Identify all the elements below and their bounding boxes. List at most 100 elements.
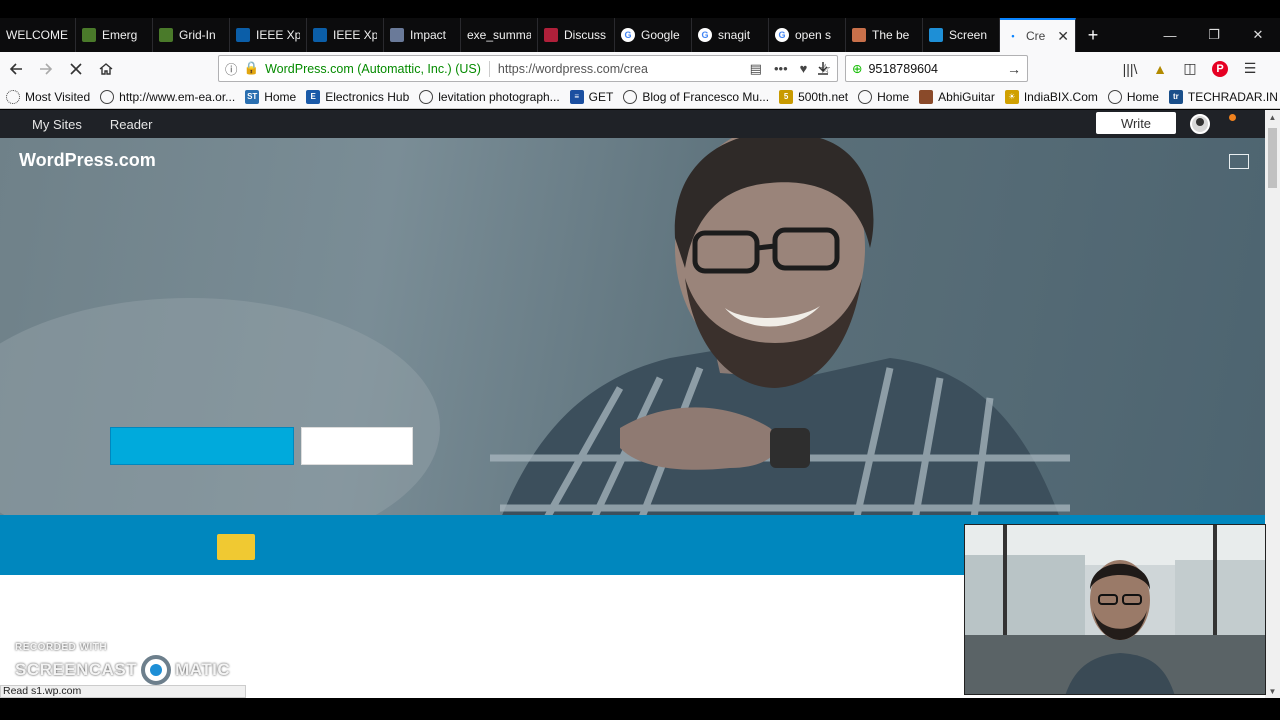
st-icon: ST — [245, 89, 260, 104]
google-icon: G — [698, 28, 712, 42]
scroll-up-icon[interactable]: ▲ — [1265, 110, 1280, 124]
lock-icon[interactable]: 🔒 — [244, 61, 260, 76]
bookmark-label: Electronics Hub — [325, 89, 410, 104]
globe-icon — [1107, 89, 1122, 104]
reader-view-icon[interactable]: ▤ — [750, 61, 762, 77]
notification-dot-icon[interactable] — [1229, 114, 1236, 121]
webcam-overlay — [964, 524, 1266, 695]
info-icon[interactable]: ⓘ — [225, 59, 238, 78]
tab-5[interactable]: Impact — [384, 18, 461, 52]
tab-9[interactable]: Gsnagit — [692, 18, 769, 52]
tab-11[interactable]: The be — [846, 18, 923, 52]
pocket-icon[interactable]: ♥ — [800, 61, 808, 76]
page-actions-icon[interactable]: ••• — [774, 61, 788, 76]
watermark-line1: RECORDED WITH — [15, 642, 108, 653]
tab-4[interactable]: IEEE Xp — [307, 18, 384, 52]
back-arrow-icon — [9, 62, 22, 75]
bookmark-label: 500th.net — [798, 89, 849, 104]
bookmark-2[interactable]: ST Home — [245, 89, 297, 104]
tab-2[interactable]: Grid-In — [153, 18, 230, 52]
forward-button[interactable] — [31, 55, 61, 83]
home-icon — [99, 62, 113, 75]
bookmark-3[interactable]: E Electronics Hub — [306, 89, 410, 104]
tab-12[interactable]: Screen — [923, 18, 1000, 52]
screencast-watermark: RECORDED WITH SCREENCAST MATIC — [15, 642, 230, 685]
tab-label: snagit — [718, 28, 751, 42]
site-identity[interactable]: WordPress.com (Automattic, Inc.) (US) — [265, 62, 481, 76]
globe-icon — [623, 89, 638, 104]
reader-link[interactable]: Reader — [98, 117, 169, 132]
secondary-cta-button[interactable] — [301, 427, 413, 465]
tab-6[interactable]: exe_summa — [461, 18, 538, 52]
bookmark-8[interactable]: Home — [858, 89, 909, 104]
download-button[interactable] — [808, 54, 838, 82]
vertical-scrollbar[interactable]: ▲ ▼ — [1265, 110, 1280, 698]
globe-icon — [100, 89, 115, 104]
address-bar[interactable]: ⓘ 🔒 WordPress.com (Automattic, Inc.) (US… — [218, 55, 838, 82]
tab-label: IEEE Xp — [333, 28, 377, 42]
bookmark-10[interactable]: ☀ IndiaBIX.Com — [1004, 89, 1098, 104]
my-sites-link[interactable]: My Sites — [0, 117, 98, 132]
extension-icon[interactable]: ▲ — [1150, 59, 1170, 79]
bookmark-label: AbhiGuitar — [938, 89, 995, 104]
gear-icon — [6, 89, 20, 104]
e-icon: E — [306, 89, 321, 104]
url-text[interactable]: https://wordpress.com/crea — [498, 62, 738, 76]
bookmark-4[interactable]: levitation photograph... — [419, 89, 560, 104]
download-icon — [818, 62, 828, 75]
bookmark-label: Home — [264, 89, 297, 104]
bookmark-0[interactable]: Most Visited — [6, 89, 91, 104]
scrollbar-thumb[interactable] — [1268, 128, 1277, 188]
bookmark-5[interactable]: ≡ GET — [569, 89, 613, 104]
search-go-icon[interactable]: → — [1007, 61, 1021, 77]
sidebar-icon[interactable]: ◫ — [1180, 59, 1200, 79]
write-button[interactable]: Write — [1096, 112, 1176, 134]
screencast-logo-icon — [141, 655, 172, 685]
bookmarks-toolbar: Most Visited http://www.em-ea.or... ST Home… — [0, 85, 1280, 109]
tab-13[interactable]: • Cre ✕ — [1000, 18, 1076, 52]
tab-7[interactable]: Discuss — [538, 18, 615, 52]
back-button[interactable] — [1, 55, 31, 83]
tab-3[interactable]: IEEE Xp — [230, 18, 307, 52]
forward-arrow-icon — [40, 62, 53, 75]
tab-10[interactable]: Gopen s — [769, 18, 846, 52]
bookmark-7[interactable]: 5 500th.net — [779, 89, 849, 104]
primary-cta-button[interactable] — [110, 427, 294, 465]
bookmark-11[interactable]: Home — [1107, 89, 1159, 104]
tab-label: Emerg — [102, 28, 138, 42]
bookmark-label: Most Visited — [25, 89, 91, 104]
bookmark-label: TECHRADAR.IN — [1187, 89, 1278, 104]
tab-strip: WELCOME Emerg Grid-In IEEE Xp IEEE Xp Impact e… — [0, 18, 1280, 52]
site-brand[interactable]: WordPress.com — [19, 150, 156, 171]
stop-button[interactable] — [61, 55, 91, 83]
pinterest-icon[interactable]: P — [1210, 59, 1230, 79]
close-window-button[interactable]: ✕ — [1236, 18, 1280, 52]
library-icon[interactable]: |||\ — [1120, 59, 1140, 79]
google-icon: G — [621, 28, 635, 42]
tab-8[interactable]: G Google — [615, 18, 692, 52]
tab-0[interactable]: WELCOME — [0, 18, 76, 52]
minimize-button[interactable]: — — [1148, 18, 1192, 52]
tab-label: Google — [641, 28, 680, 42]
home-button[interactable] — [91, 55, 121, 83]
50-icon: 5 — [779, 89, 794, 104]
bookmark-6[interactable]: Blog of Francesco Mu... — [623, 89, 769, 104]
ieee-icon — [236, 28, 250, 42]
search-engine-icon[interactable]: ⊕ — [852, 61, 862, 76]
tab-1[interactable]: Emerg — [76, 18, 153, 52]
menu-toggle-icon[interactable] — [1229, 154, 1249, 169]
menu-icon[interactable]: ☰ — [1240, 59, 1260, 79]
bookmark-12[interactable]: tr TECHRADAR.IN — [1168, 89, 1278, 104]
bookmark-1[interactable]: http://www.em-ea.or... — [100, 89, 235, 104]
tabs-container: WELCOME Emerg Grid-In IEEE Xp IEEE Xp Impact e… — [0, 18, 1076, 52]
bookmark-9[interactable]: AbhiGuitar — [919, 89, 995, 104]
close-tab-icon[interactable]: ✕ — [1057, 28, 1069, 45]
yellow-button[interactable] — [217, 534, 255, 560]
search-input[interactable]: ⊕ 9518789604 → — [845, 55, 1028, 82]
avatar[interactable] — [1190, 114, 1210, 134]
restore-button[interactable]: ❐ — [1192, 18, 1236, 52]
tab-label: Discuss — [564, 28, 607, 42]
watermark-right: MATIC — [175, 660, 231, 679]
new-tab-button[interactable]: + — [1076, 18, 1110, 52]
scroll-down-icon[interactable]: ▼ — [1265, 684, 1280, 698]
